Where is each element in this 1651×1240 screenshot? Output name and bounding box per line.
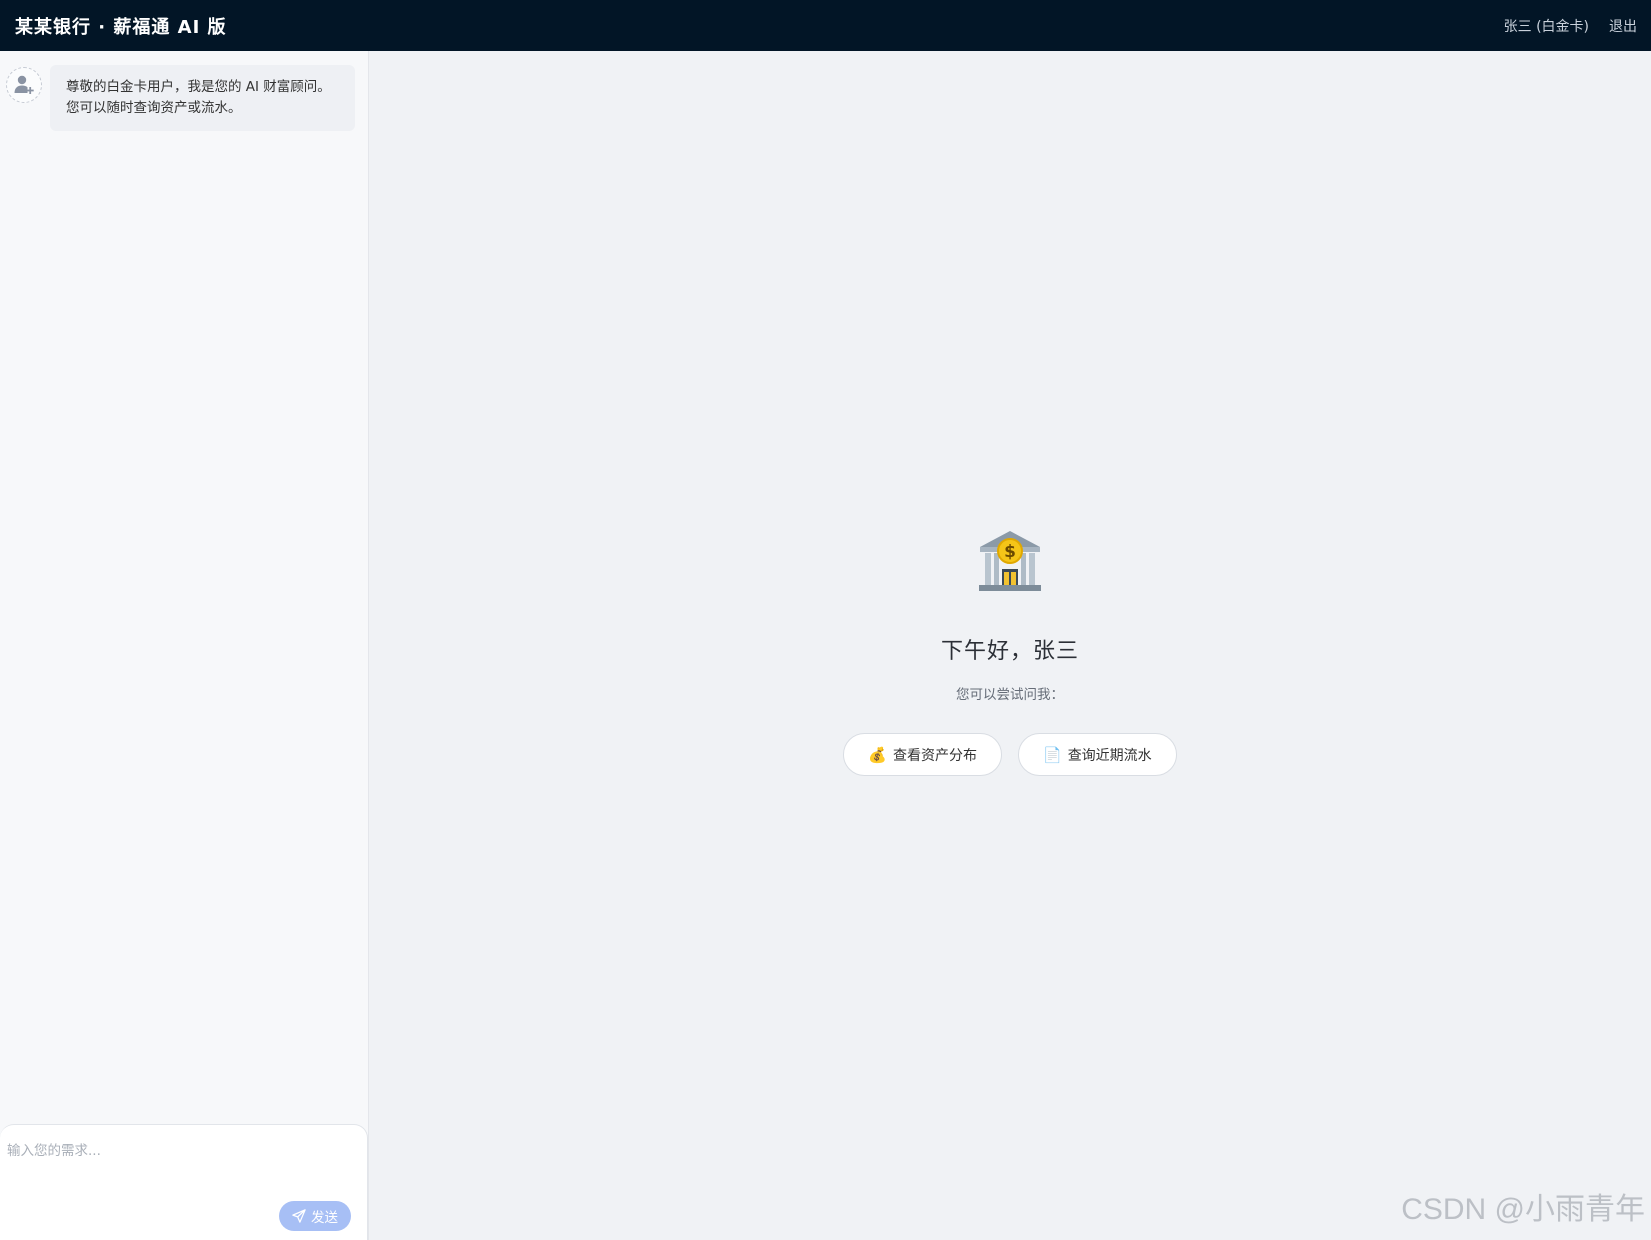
assistant-avatar <box>6 67 42 103</box>
chat-message: 尊敬的白金卡用户，我是您的 AI 财富顾问。 您可以随时查询资产或流水。 <box>6 65 362 131</box>
chat-sidebar: 尊敬的白金卡用户，我是您的 AI 财富顾问。 您可以随时查询资产或流水。 发送 <box>0 51 369 1240</box>
main-content: $ 下午好，张三 您可以尝试问我： 💰 查看资产分布 📄 查询近期流水 <box>369 51 1651 1240</box>
send-button-label: 发送 <box>311 1210 338 1226</box>
suggestion-label: 查看资产分布 <box>893 747 977 764</box>
send-button[interactable]: 发送 <box>279 1201 351 1231</box>
hint-text: 您可以尝试问我： <box>956 687 1064 703</box>
svg-text:$: $ <box>1004 542 1016 562</box>
user-name-label[interactable]: 张三 (白金卡) <box>1504 16 1589 36</box>
top-nav-bar: 某某银行 · 薪福通 AI 版 张三 (白金卡) 退出 <box>0 0 1651 51</box>
logout-button[interactable]: 退出 <box>1609 16 1637 36</box>
bank-icon: $ <box>979 531 1041 591</box>
chat-message-list: 尊敬的白金卡用户，我是您的 AI 财富顾问。 您可以随时查询资产或流水。 <box>0 51 368 1124</box>
watermark: CSDN @小雨青年 <box>1401 1193 1645 1226</box>
app-title: 某某银行 · 薪福通 AI 版 <box>15 16 227 38</box>
greeting-text: 下午好，张三 <box>940 639 1079 664</box>
document-icon: 📄 <box>1043 745 1062 764</box>
chat-input-panel: 发送 <box>0 1124 368 1240</box>
welcome-panel: $ 下午好，张三 您可以尝试问我： 💰 查看资产分布 📄 查询近期流水 <box>369 527 1651 776</box>
assistant-message-bubble: 尊敬的白金卡用户，我是您的 AI 财富顾问。 您可以随时查询资产或流水。 <box>50 65 355 131</box>
suggestion-asset-distribution-button[interactable]: 💰 查看资产分布 <box>843 733 1002 776</box>
chat-input[interactable] <box>0 1125 367 1185</box>
suggestion-list: 💰 查看资产分布 📄 查询近期流水 <box>843 733 1177 776</box>
suggestion-label: 查询近期流水 <box>1067 747 1152 764</box>
suggestion-recent-transactions-button[interactable]: 📄 查询近期流水 <box>1018 733 1177 776</box>
user-area: 张三 (白金卡) 退出 <box>1504 16 1637 36</box>
money-bag-icon: 💰 <box>868 745 887 764</box>
paper-plane-icon <box>292 1209 306 1223</box>
user-add-icon <box>14 75 34 94</box>
message-line: 您可以随时查询资产或流水。 <box>66 100 242 116</box>
message-line: 尊敬的白金卡用户，我是您的 AI 财富顾问。 <box>66 79 331 95</box>
